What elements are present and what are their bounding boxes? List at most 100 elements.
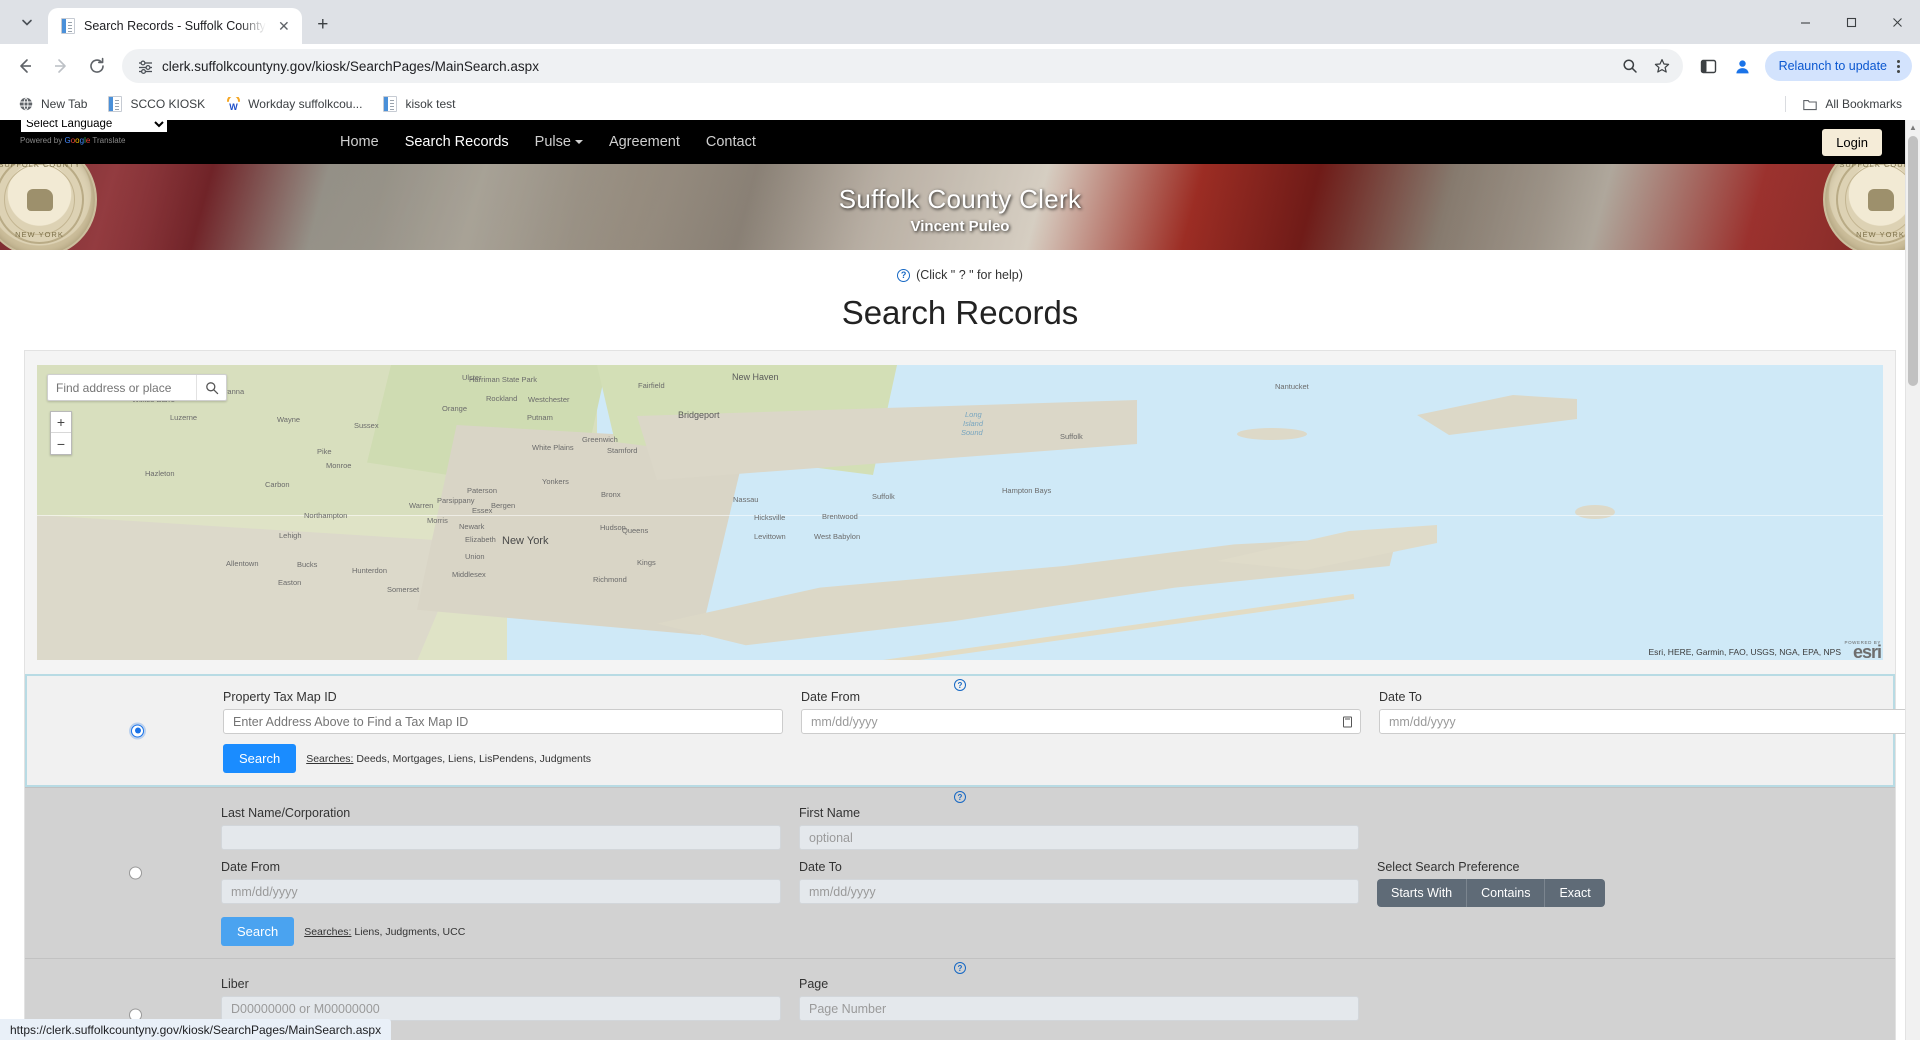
map-label: Luzerne (170, 413, 198, 422)
radio-tax-map-id[interactable] (131, 724, 144, 737)
tax-map-id-input[interactable] (223, 709, 783, 734)
pref-starts-with-button[interactable]: Starts With (1377, 879, 1468, 907)
forward-icon[interactable] (44, 49, 78, 83)
side-panel-icon[interactable] (1693, 50, 1725, 82)
browser-toolbar: clerk.suffolkcountyny.gov/kiosk/SearchPa… (0, 44, 1920, 88)
search-icon[interactable] (1615, 51, 1645, 81)
esri-name: esri (1852, 641, 1882, 660)
minimize-button[interactable] (1782, 2, 1828, 42)
map-label: Parsippany (437, 496, 475, 505)
nav-link-contact[interactable]: Contact (706, 134, 756, 150)
search-preference-buttons[interactable]: Starts With Contains Exact (1377, 879, 1605, 907)
searches-list: Deeds, Mortgages, Liens, LisPendens, Jud… (356, 752, 592, 765)
zoom-out-button[interactable]: − (51, 433, 71, 454)
maximize-button[interactable] (1828, 2, 1874, 42)
document-icon (107, 96, 123, 112)
all-bookmarks-button[interactable]: All Bookmarks (1794, 92, 1910, 116)
date-from-input[interactable]: mm/dd/yyyy (221, 879, 781, 904)
search-input[interactable] (48, 375, 196, 400)
map-container[interactable]: New York New Haven Bridgeport Stamford Green… (37, 365, 1883, 660)
map-label: Hazleton (145, 469, 175, 478)
last-name-input[interactable] (221, 825, 781, 850)
map-label: Elizabeth (465, 535, 496, 544)
question-mark-icon[interactable]: ? (954, 679, 966, 691)
page-input[interactable]: Page Number (799, 996, 1359, 1021)
pref-exact-button[interactable]: Exact (1545, 879, 1605, 907)
map-label: Stamford (607, 446, 638, 455)
map-label: Levittown (754, 532, 786, 541)
map-attribution: Esri, HERE, Garmin, FAO, USGS, NGA, EPA,… (1648, 647, 1841, 657)
question-mark-icon[interactable]: ? (954, 791, 966, 803)
field-label: Page (799, 977, 829, 991)
map-label: Fairfield (638, 381, 665, 390)
map-label: Hicksville (754, 513, 786, 522)
first-name-input[interactable]: optional (799, 825, 1359, 850)
nav-link-agreement[interactable]: Agreement (609, 134, 680, 150)
question-mark-icon[interactable]: ? (954, 962, 966, 974)
magnifier-icon[interactable] (196, 375, 226, 400)
date-from-input[interactable]: mm/dd/yyyy (801, 709, 1361, 734)
field-date-from: Date From mm/dd/yyyy (221, 860, 781, 907)
search-panel-name[interactable]: ? Last Name/Corporation First Name optio… (25, 787, 1895, 958)
relaunch-to-update-button[interactable]: Relaunch to update (1764, 51, 1912, 81)
seal-top-text: SUFFOLK COUNTY (0, 164, 81, 169)
search-panel-tax-map-id[interactable]: ? Property Tax Map ID Date From mm/dd/yy… (25, 674, 1920, 787)
bookmark-scco-kiosk[interactable]: SCCO KIOSK (99, 92, 213, 116)
bookmark-new-tab[interactable]: New Tab (10, 92, 95, 116)
three-dot-menu-icon[interactable] (1891, 59, 1906, 73)
field-label: Property Tax Map ID (223, 690, 337, 704)
close-icon[interactable]: ✕ (274, 16, 294, 36)
map-label: Kings (637, 558, 656, 567)
bookmark-kisok-test[interactable]: kisok test (374, 92, 463, 116)
search-button[interactable]: Search (221, 917, 295, 946)
scroll-up-arrow-icon[interactable]: ▲ (1906, 120, 1920, 134)
map-label: Brentwood (822, 512, 858, 521)
field-label: Date From (801, 690, 861, 704)
map-label: Greenwich (582, 435, 618, 444)
date-to-input[interactable]: mm/dd/yyyy (799, 879, 1359, 904)
tab-search-chevron-icon[interactable] (10, 5, 44, 39)
zoom-in-button[interactable]: + (51, 412, 71, 433)
bookmark-workday[interactable]: W Workday suffolkcou... (217, 92, 370, 116)
close-window-button[interactable] (1874, 2, 1920, 42)
address-bar[interactable]: clerk.suffolkcountyny.gov/kiosk/SearchPa… (122, 49, 1683, 83)
site-settings-icon[interactable] (136, 57, 154, 75)
map-label: Suffolk (1060, 432, 1083, 441)
nav-link-home[interactable]: Home (340, 134, 379, 150)
map-label: Queens (622, 526, 649, 535)
url-text[interactable]: clerk.suffolkcountyny.gov/kiosk/SearchPa… (162, 59, 1607, 74)
search-button[interactable]: Search (223, 744, 297, 773)
pref-contains-button[interactable]: Contains (1467, 879, 1546, 907)
map-label: Easton (278, 578, 302, 587)
page-scrollbar[interactable]: ▲ (1905, 120, 1920, 1040)
calendar-icon[interactable] (1343, 716, 1352, 727)
date-to-input[interactable]: mm/dd/yyyy (1379, 709, 1920, 734)
field-date-to: Date To mm/dd/yyyy (1379, 690, 1920, 734)
new-tab-button[interactable]: + (308, 10, 338, 40)
scrollbar-thumb[interactable] (1908, 136, 1918, 386)
profile-icon[interactable] (1727, 50, 1759, 82)
map-label: Nassau (733, 495, 759, 504)
map-address-search[interactable] (47, 374, 227, 401)
star-icon[interactable] (1647, 51, 1677, 81)
radio-name-search[interactable] (129, 866, 142, 880)
field-date-to: Date To mm/dd/yyyy (799, 860, 1359, 907)
nav-link-pulse[interactable]: Pulse (535, 134, 583, 150)
reload-icon[interactable] (80, 49, 114, 83)
nav-link-search-records[interactable]: Search Records (405, 134, 509, 150)
page-viewport: Select Language Powered by Google Transl… (0, 120, 1920, 1040)
map-zoom-controls[interactable]: + − (50, 411, 72, 455)
all-bookmarks-label: All Bookmarks (1825, 97, 1902, 111)
ox-icon (26, 188, 53, 211)
page-title: Search Records (841, 294, 1079, 331)
map-label: Bergen (491, 501, 516, 510)
login-button[interactable]: Login (1822, 128, 1882, 156)
map-label: Pike (317, 447, 332, 456)
browser-tab[interactable]: Search Records - Suffolk County ✕ (48, 8, 302, 44)
liber-input[interactable]: D00000000 or M00000000 (221, 996, 781, 1021)
question-mark-icon[interactable]: ? (897, 268, 911, 282)
bookmarks-bar: New Tab SCCO KIOSK W Workday suffolkcou.… (0, 88, 1920, 120)
language-select[interactable]: Select Language (20, 120, 168, 133)
site-navigation-bar: Select Language Powered by Google Transl… (0, 120, 1920, 164)
back-icon[interactable] (8, 49, 42, 83)
